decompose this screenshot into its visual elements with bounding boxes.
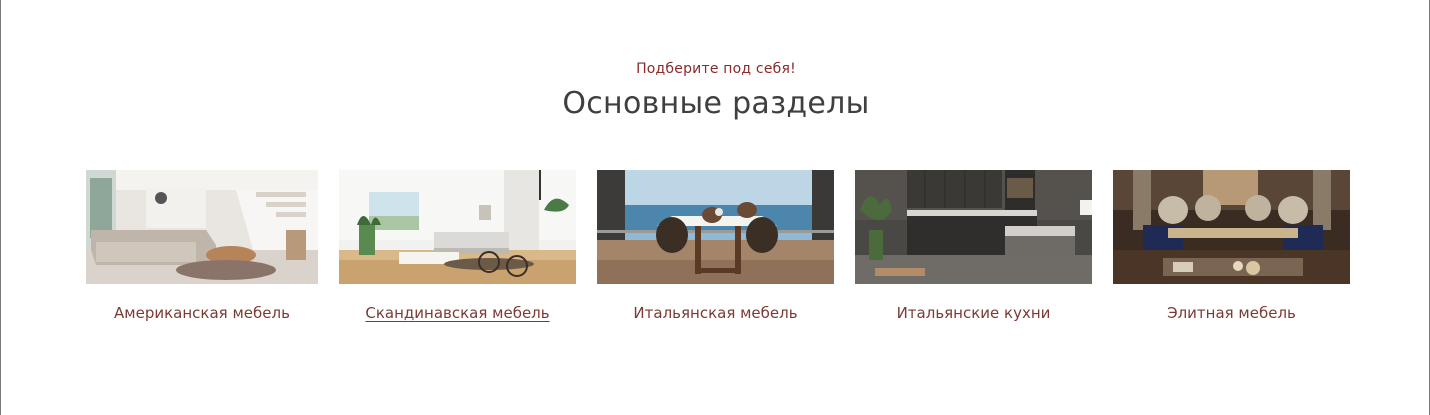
category-card-elite-furniture[interactable]: Элитная мебель xyxy=(1113,170,1350,322)
section-subtitle: Подберите под себя! xyxy=(636,61,796,77)
american-furniture-image[interactable] xyxy=(86,170,318,284)
category-card-italian-kitchens[interactable]: Итальянские кухни xyxy=(855,170,1092,322)
scandinavian-furniture-image[interactable] xyxy=(339,170,576,284)
category-card-scandinavian-furniture[interactable]: Скандинавская мебель xyxy=(339,170,576,322)
category-card-italian-furniture[interactable]: Итальянская мебель xyxy=(597,170,834,322)
italian-kitchens-image[interactable] xyxy=(855,170,1092,284)
category-card-american-furniture[interactable]: Американская мебель xyxy=(86,170,318,322)
elite-furniture-image[interactable] xyxy=(1113,170,1350,284)
category-label-elite-furniture[interactable]: Элитная мебель xyxy=(1073,304,1390,322)
section-title: Основные разделы xyxy=(562,86,870,121)
italian-furniture-image[interactable] xyxy=(597,170,834,284)
